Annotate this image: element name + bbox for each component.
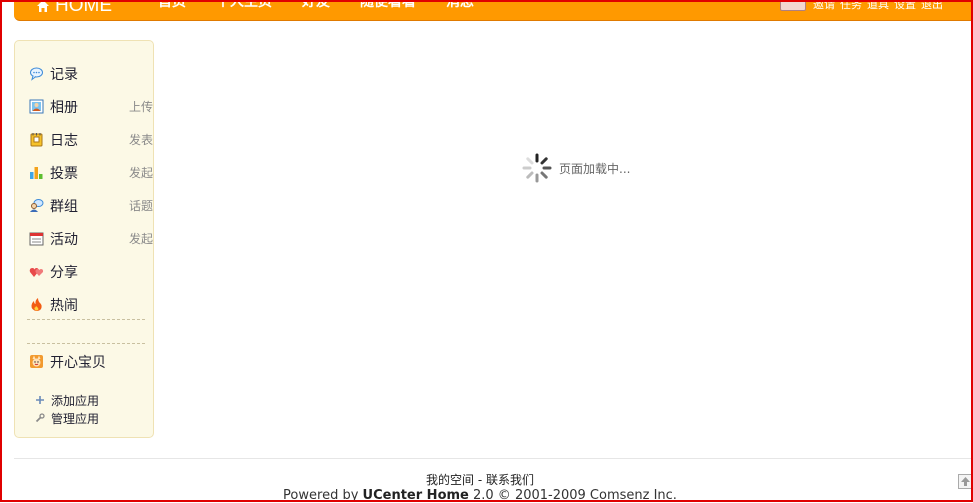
- sidebar-item-hot[interactable]: 热闹: [29, 288, 141, 321]
- calendar-icon: [29, 232, 44, 246]
- sidebar-item-label: 分享: [50, 264, 78, 281]
- sidebar-item-action[interactable]: 上传: [129, 98, 153, 115]
- sidebar-item-label: 日志: [50, 132, 78, 149]
- loading-text: 页面加载中...: [559, 161, 631, 176]
- powered-prefix: Powered by: [283, 488, 359, 503]
- sidebar-item-share[interactable]: 分享: [29, 255, 141, 288]
- sidebar-menu: 记录 相册 上传 日志 发表 投票 发起 群组 话题 活动 发起 分享 热闹: [29, 57, 153, 321]
- sidebar-item-label: 投票: [50, 165, 78, 182]
- top-header: HOME 首页 个人主页 好友 随便看看 消息 邀请 任务 道具 设置 退出: [14, 0, 973, 21]
- add-app-label: 添加应用: [51, 393, 100, 408]
- spinner-icon: [522, 153, 552, 183]
- loading-indicator: 页面加载中...: [521, 152, 630, 184]
- fire-icon: [31, 298, 42, 311]
- manage-app-label: 管理应用: [51, 411, 100, 426]
- heart-share-icon: [29, 268, 44, 277]
- sidebar-item-records[interactable]: 记录: [29, 57, 141, 90]
- nav-friends[interactable]: 好友: [302, 0, 330, 10]
- app-actions: 添加应用 管理应用: [35, 391, 99, 427]
- manage-app-link[interactable]: 管理应用: [35, 409, 99, 427]
- sidebar-item-action[interactable]: 话题: [129, 197, 153, 214]
- link-invite[interactable]: 邀请: [813, 0, 835, 12]
- nav-explore[interactable]: 随便看看: [360, 0, 416, 10]
- house-icon: [36, 0, 50, 13]
- group-icon: [30, 199, 44, 212]
- link-logout[interactable]: 退出: [921, 0, 943, 12]
- powered-product[interactable]: UCenter Home: [363, 488, 469, 503]
- nav-home[interactable]: 首页: [158, 0, 186, 10]
- sidebar-item-blog[interactable]: 日志 发表: [29, 123, 153, 156]
- sidebar-item-label: 活动: [50, 231, 78, 248]
- sidebar-item-album[interactable]: 相册 上传: [29, 90, 153, 123]
- nav-profile[interactable]: 个人主页: [216, 0, 272, 10]
- sidebar-item-label: 相册: [50, 99, 78, 116]
- nav-messages[interactable]: 消息: [446, 0, 474, 10]
- sidebar-item-label: 开心宝贝: [50, 354, 106, 371]
- link-props[interactable]: 道具: [867, 0, 889, 12]
- arrow-up-icon: [961, 477, 970, 486]
- bar-chart-icon: [30, 167, 43, 179]
- footer-links: 我的空间 - 联系我们: [0, 471, 960, 488]
- avatar[interactable]: [780, 0, 806, 11]
- photo-album-icon: [29, 99, 44, 114]
- notebook-icon: [30, 133, 43, 147]
- main-nav: 首页 个人主页 好友 随便看看 消息: [158, 0, 504, 10]
- footer-link-my-space[interactable]: 我的空间: [426, 473, 474, 487]
- sidebar-item-action[interactable]: 发表: [129, 131, 153, 148]
- add-app-link[interactable]: 添加应用: [35, 391, 99, 409]
- sidebar-item-poll[interactable]: 投票 发起: [29, 156, 153, 189]
- sidebar-item-action[interactable]: 发起: [129, 230, 153, 247]
- plus-icon: [36, 396, 44, 404]
- powered-suffix: 2.0 © 2001-2009 Comsenz Inc.: [473, 488, 677, 503]
- sidebar: 记录 相册 上传 日志 发表 投票 发起 群组 话题 活动 发起 分享 热闹 开…: [14, 40, 154, 438]
- footer-separator: -: [477, 473, 483, 487]
- back-to-top-button[interactable]: [958, 474, 973, 489]
- footer-link-contact[interactable]: 联系我们: [486, 473, 534, 487]
- sidebar-item-action[interactable]: 发起: [129, 164, 153, 181]
- logo-text: HOME: [55, 0, 112, 16]
- sidebar-item-label: 记录: [50, 66, 78, 83]
- footer-divider: [14, 458, 973, 459]
- sidebar-item-event[interactable]: 活动 发起: [29, 222, 153, 255]
- sidebar-item-label: 热闹: [50, 297, 78, 314]
- sidebar-divider: [27, 343, 145, 344]
- home-logo[interactable]: HOME: [36, 0, 112, 17]
- powered-by: Powered by UCenter Home 2.0 © 2001-2009 …: [0, 488, 960, 503]
- link-settings[interactable]: 设置: [894, 0, 916, 12]
- speech-bubble-icon: [30, 67, 43, 81]
- happy-baby-icon: [30, 355, 43, 368]
- sidebar-item-label: 群组: [50, 198, 78, 215]
- sidebar-divider: [27, 319, 145, 320]
- sidebar-item-group[interactable]: 群组 话题: [29, 189, 153, 222]
- wrench-icon: [35, 413, 45, 423]
- user-bar: 邀请 任务 道具 设置 退出: [780, 0, 943, 13]
- sidebar-item-happy-baby[interactable]: 开心宝贝: [29, 345, 106, 378]
- link-tasks[interactable]: 任务: [840, 0, 862, 12]
